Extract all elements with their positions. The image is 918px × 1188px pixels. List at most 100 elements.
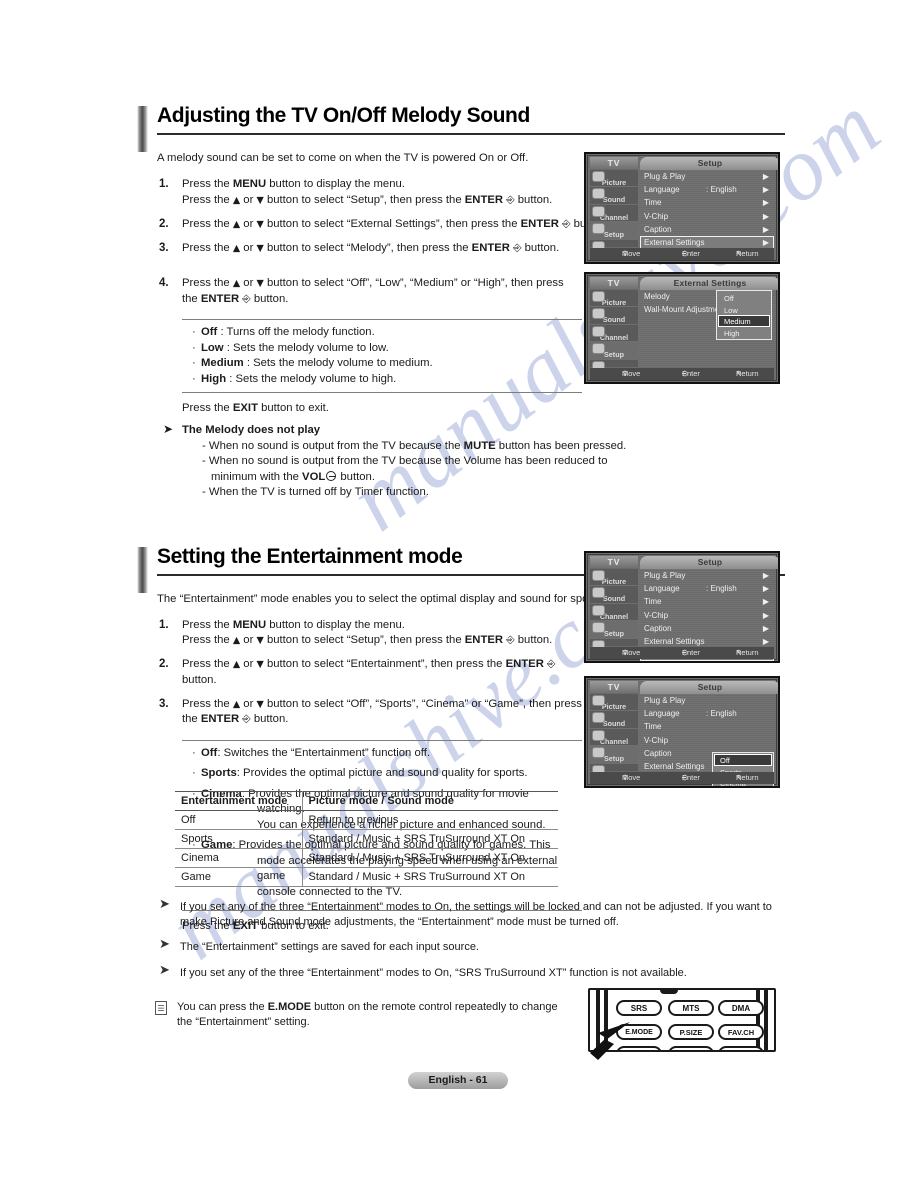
table-cell-mode: Off: [175, 810, 303, 830]
osd-sidebar-item-sound[interactable]: Sound: [590, 586, 638, 604]
table-row: Off Return to previous: [175, 810, 558, 830]
melody-option-off[interactable]: Off: [718, 292, 770, 304]
osd-sidebar-item-setup[interactable]: Setup: [590, 222, 638, 240]
osd-more[interactable]: ▼ More: [640, 786, 774, 788]
picture-icon: [593, 172, 604, 181]
osd-screenshot-external-settings: TV External Settings Picture Sound Chann…: [584, 272, 780, 384]
text-frag: button to select “Off”, “Low”, “Medium” …: [263, 277, 564, 289]
osd-screenshot-entertainment-dropdown: TV Setup Picture Sound Channel Setup Inp…: [584, 676, 780, 788]
osd-row-time[interactable]: Time ▶: [640, 595, 774, 608]
osd-row-plug-play[interactable]: Plug & Play ▶: [640, 569, 774, 582]
osd-row-label: Caption: [644, 623, 672, 633]
sound-icon: [593, 713, 604, 723]
osd-sidebar-item-channel[interactable]: Channel: [590, 604, 638, 622]
osd-row-plug-play[interactable]: Plug & Play ▶: [640, 170, 774, 183]
osd-sidebar-item-picture[interactable]: Picture: [590, 694, 638, 712]
osd-sidebar-item-picture[interactable]: Picture: [590, 569, 638, 587]
channel-icon: [593, 605, 604, 615]
osd-row-label: V-Chip: [644, 735, 669, 745]
osd-row-label: External Settings: [644, 636, 705, 646]
osd-row-language[interactable]: Language: English ▶: [640, 582, 774, 595]
osd-sidebar: Picture Sound Channel Setup Input: [590, 290, 638, 377]
osd-sidebar-item-channel[interactable]: Channel: [590, 325, 638, 343]
melody-dropdown[interactable]: Off Low Medium High: [716, 290, 772, 340]
melody-option-high[interactable]: High: [718, 327, 770, 339]
osd-sidebar-label: Setup: [604, 230, 624, 240]
entertainment-option-off[interactable]: Off: [714, 754, 772, 766]
osd-row-vchip[interactable]: V-Chip ▶: [640, 609, 774, 622]
osd-more[interactable]: ▼ More: [640, 661, 774, 663]
melody-option-low[interactable]: Low: [718, 304, 770, 316]
osd-row-value: : English: [706, 709, 737, 719]
osd-row-label: V-Chip: [644, 211, 669, 221]
osd-row-time[interactable]: Time: [640, 720, 774, 733]
option-term: Sports: [201, 767, 237, 779]
osd-row-language[interactable]: Language: English: [640, 707, 774, 720]
osd-hint-enter-label: Enter: [682, 249, 700, 258]
osd-more[interactable]: ▼ More: [640, 262, 774, 264]
osd-tv-label: TV: [590, 681, 638, 693]
osd-screenshot-setup-entertainment: TV Setup Picture Sound Channel Setup Inp…: [584, 551, 780, 663]
text-frag: or: [240, 193, 257, 206]
page-footer: English - 61: [408, 1072, 508, 1089]
text-frag: - When no sound is output from the TV be…: [202, 439, 464, 452]
text-frag: Press the: [182, 658, 233, 670]
text-frag: Press the: [182, 241, 233, 254]
osd-sidebar-item-sound[interactable]: Sound: [590, 307, 638, 325]
osd-sidebar-item-sound[interactable]: Sound: [590, 187, 638, 205]
osd-sidebar-item-channel[interactable]: Channel: [590, 205, 638, 223]
osd-sidebar-item-sound[interactable]: Sound: [590, 711, 638, 729]
table-cell-mode: Cinema: [175, 848, 303, 868]
osd-row-vchip[interactable]: V-Chip ▶: [640, 210, 774, 223]
osd-row-caption[interactable]: Caption ▶: [640, 622, 774, 635]
text-frag: Press the: [182, 178, 233, 190]
remote-button-row3-mid[interactable]: [668, 1046, 714, 1050]
osd-sidebar-item-setup[interactable]: Setup: [590, 621, 638, 639]
osd-row-vchip[interactable]: V-Chip: [640, 734, 774, 747]
chevron-right-icon: ▶: [762, 185, 769, 195]
option-low: · Low : Sets the melody volume to low.: [192, 341, 582, 357]
exit-key: EXIT: [232, 402, 258, 414]
remote-notch: [660, 990, 678, 994]
osd-inner: TV Setup Picture Sound Channel Setup Inp…: [588, 680, 778, 786]
bullet-icon: ·: [192, 326, 196, 338]
bottom-notes: ➤ If you set any of the three “Entertain…: [155, 897, 785, 991]
sound-icon: [593, 309, 604, 319]
text-frag: or: [240, 217, 257, 230]
remote-button-mts[interactable]: MTS: [668, 1000, 714, 1016]
osd-row-caption[interactable]: Caption ▶: [640, 223, 774, 236]
osd-sidebar-item-setup[interactable]: Setup: [590, 746, 638, 764]
osd-sidebar-item-picture[interactable]: Picture: [590, 290, 638, 308]
text-frag: Press the: [182, 402, 233, 414]
osd-row-label: External Settings: [644, 761, 705, 771]
text-frag: the: [182, 713, 201, 725]
osd-sidebar-item-picture[interactable]: Picture: [590, 170, 638, 188]
osd-screenshot-setup-external: TV Setup Picture Sound Channel Setup Inp…: [584, 152, 780, 264]
text-frag: or: [240, 697, 257, 710]
text-frag: - When no sound is output from the TV be…: [202, 455, 608, 467]
remote-button-srs[interactable]: SRS: [616, 1000, 662, 1016]
osd-tv-label: TV: [590, 157, 638, 169]
osd-row-label: Plug & Play: [644, 571, 686, 580]
bullet-icon: ·: [192, 767, 196, 779]
osd-row-plug-play[interactable]: Plug & Play: [640, 694, 774, 707]
table-cell-mode: Sports: [175, 829, 303, 849]
step-number: 3.: [159, 697, 169, 710]
remote-button-dma[interactable]: DMA: [718, 1000, 764, 1016]
note-marker-icon: ➤: [159, 962, 170, 978]
remote-button-psize[interactable]: P.SIZE: [668, 1024, 714, 1040]
remote-button-favch[interactable]: FAV.CH: [718, 1024, 764, 1040]
osd-row-language[interactable]: Language: English ▶: [640, 183, 774, 196]
remote-button-row3-right[interactable]: [718, 1046, 764, 1050]
setup-icon: [593, 748, 604, 758]
osd-sidebar-item-setup[interactable]: Setup: [590, 342, 638, 360]
option-desc: : Sets the melody volume to high.: [226, 372, 397, 385]
osd-sidebar-label: Channel: [599, 611, 629, 621]
osd-row-time[interactable]: Time ▶: [640, 196, 774, 209]
osd-sidebar-item-channel[interactable]: Channel: [590, 729, 638, 747]
melody-option-medium[interactable]: Medium: [718, 315, 770, 327]
chevron-right-icon: ▶: [762, 211, 769, 221]
option-term: High: [201, 372, 227, 385]
bullet-icon: ·: [192, 372, 196, 385]
osd-hint-return-label: Return: [736, 369, 759, 378]
